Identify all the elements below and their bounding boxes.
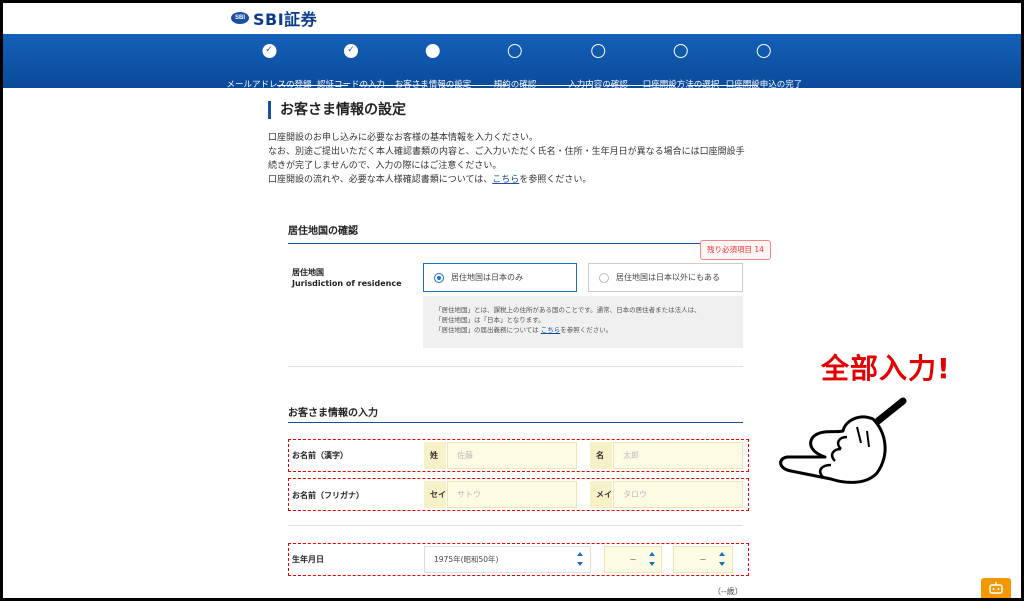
radio-residence-other[interactable]: 居住地国は日本以外にもある <box>588 263 743 292</box>
flow-info-link[interactable]: こちら <box>492 175 519 185</box>
remaining-required-badge: 残り必須項目 14 <box>700 240 771 260</box>
sbi-logo-text: SBI証券 <box>253 10 318 29</box>
check-icon: ✓ <box>261 44 276 58</box>
main-content: お客さま情報の設定 口座開設のお申し込みに必要なお客様の基本情報を入力ください。… <box>268 101 768 187</box>
birth-year-value: 1975年(昭和50年) <box>434 555 499 564</box>
callout-text: 全部入力! <box>821 352 951 385</box>
intro-line: 続きが完了しませんので、入力の際にはご注意ください。 <box>268 161 502 171</box>
mei-input[interactable]: 太郎 <box>613 442 743 469</box>
pending-step-icon <box>507 44 522 58</box>
residence-section-title: 居住地国の確認 <box>288 226 358 237</box>
pending-step-icon <box>756 44 771 58</box>
intro-line: 口座開設のお申し込みに必要なお客様の基本情報を入力ください。 <box>268 133 539 143</box>
intro-line: 口座開設の流れや、必要な本人様確認書類については、こちらを参照ください。 <box>268 173 768 187</box>
intro-line: なお、別途ご提出いただく本人確認書類の内容と、ご入力いただく氏名・住所・生年月日… <box>268 147 745 157</box>
residence-note: 「居住地国」とは、課税上の住所がある国のことです。通常、日本の居住者または法人は… <box>423 296 743 348</box>
select-arrows-icon <box>648 552 656 566</box>
step-label: メールアドレスの登録 <box>226 80 312 90</box>
birth-month-value: － <box>629 555 637 564</box>
name-kana-label: お名前（フリガナ） <box>292 491 364 500</box>
intro-flow-suffix: を参照ください。 <box>519 175 592 185</box>
sbi-logo[interactable]: SBI SBI証券 <box>231 3 317 33</box>
step-opening-method: 口座開設方法の選択 <box>642 44 720 90</box>
note-text: を参照ください。 <box>560 326 613 334</box>
step-customer-info: お客さま情報の設定 <box>394 44 472 90</box>
step-label: 入力内容の確認 <box>568 80 628 90</box>
check-icon: ✓ <box>343 44 358 58</box>
screenshot-frame: SBI SBI証券 ✓ メールアドレスの登録 ✓ 認証コードの入力 お客さま情報… <box>3 3 1021 598</box>
radio-label: 居住地国は日本のみ <box>451 273 523 282</box>
section-divider <box>288 243 743 244</box>
birth-year-select[interactable]: 1975年(昭和50年) <box>424 546 591 573</box>
note-line: 「居住地国」は「日本」となります。 <box>435 316 545 324</box>
step-label: 規約の確認 <box>493 80 537 90</box>
current-step-icon <box>425 44 440 58</box>
customer-section-title: お客さま情報の入力 <box>288 408 378 419</box>
chat-support-button[interactable] <box>981 578 1011 598</box>
page-title: お客さま情報の設定 <box>268 101 768 119</box>
radio-selected-icon <box>434 272 444 283</box>
section-separator <box>288 366 743 367</box>
sei-kana-tag: セイ <box>424 481 446 508</box>
name-kanji-label: お名前（漢字） <box>292 451 348 460</box>
chat-robot-icon <box>989 582 1003 594</box>
step-auth-code: ✓ 認証コードの入力 <box>316 44 386 90</box>
residence-label-en: Jurisdiction of residence <box>292 279 402 288</box>
pending-step-icon <box>673 44 688 58</box>
pointing-hand-icon <box>779 397 907 484</box>
section-separator <box>288 525 743 526</box>
step-confirm-input: 入力内容の確認 <box>568 44 628 90</box>
step-email-registration: ✓ メールアドレスの登録 <box>226 44 312 90</box>
pending-step-icon <box>590 44 605 58</box>
residence-label: 居住地国 Jurisdiction of residence <box>292 267 402 289</box>
step-label: 口座開設方法の選択 <box>642 80 720 90</box>
age-display: （--歳） <box>713 587 743 596</box>
step-terms: 規約の確認 <box>493 44 537 90</box>
radio-residence-japan-only[interactable]: 居住地国は日本のみ <box>423 263 577 292</box>
intro-text: 口座開設のお申し込みに必要なお客様の基本情報を入力ください。 なお、別途ご提出い… <box>268 131 768 187</box>
intro-flow-text: 口座開設の流れや、必要な本人様確認書類については、 <box>268 175 493 185</box>
section-divider <box>288 422 743 423</box>
step-label: 認証コードの入力 <box>316 80 386 90</box>
mei-tag: 名 <box>590 442 612 469</box>
progress-stepbar: ✓ メールアドレスの登録 ✓ 認証コードの入力 お客さま情報の設定 規約の確認 … <box>3 34 1021 90</box>
radio-label: 居住地国は日本以外にもある <box>616 273 720 282</box>
step-label: 口座開設申込の完了 <box>725 80 803 90</box>
birth-date-label: 生年月日 <box>292 555 324 564</box>
note-line: 「居住地国」の届出義務については こちらを参照ください。 <box>435 325 731 335</box>
mei-kana-tag: メイ <box>590 481 612 508</box>
note-text: 「居住地国」の届出義務については <box>435 326 541 334</box>
sbi-logo-mark: SBI <box>231 12 249 24</box>
sei-tag: 姓 <box>424 442 446 469</box>
sei-input[interactable]: 佐藤 <box>447 442 577 469</box>
residence-label-ja: 居住地国 <box>292 268 324 277</box>
radio-unselected-icon <box>599 272 609 283</box>
note-line: 「居住地国」とは、課税上の住所がある国のことです。通常、日本の居住者または法人は… <box>435 306 701 314</box>
select-arrows-icon <box>576 552 584 566</box>
mei-kana-input[interactable]: タロウ <box>613 481 743 508</box>
step-complete: 口座開設申込の完了 <box>725 44 803 90</box>
select-arrows-icon <box>718 552 726 566</box>
birth-day-value: － <box>699 555 707 564</box>
step-label: お客さま情報の設定 <box>394 80 472 90</box>
sei-kana-input[interactable]: サトウ <box>447 481 577 508</box>
residence-obligation-link[interactable]: こちら <box>541 326 561 334</box>
